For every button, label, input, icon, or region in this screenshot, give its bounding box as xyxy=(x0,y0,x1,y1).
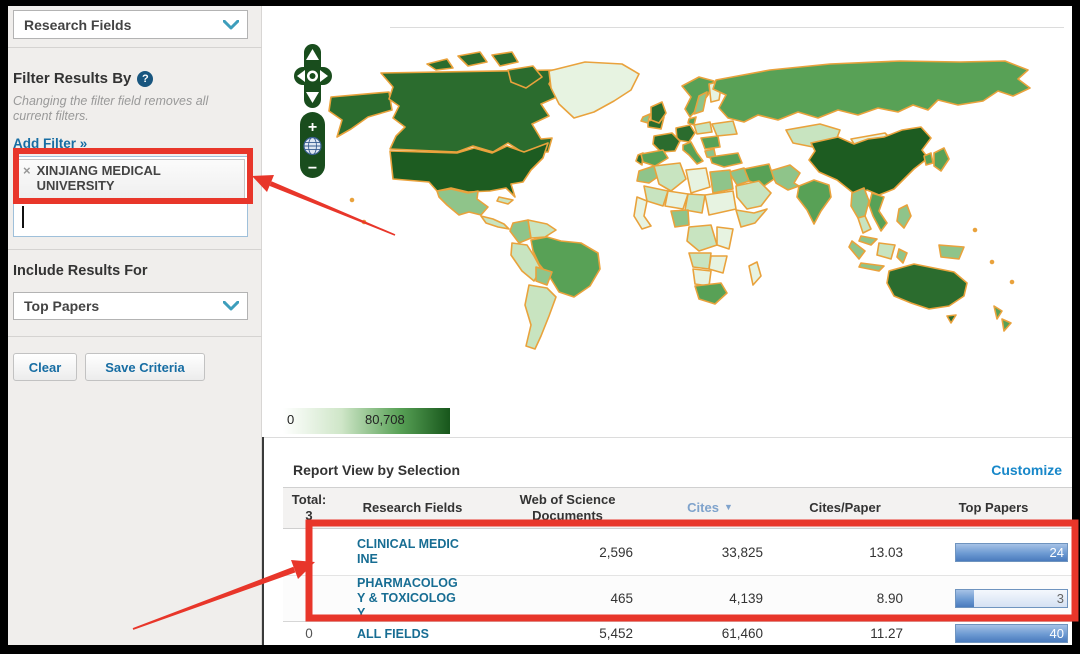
help-icon[interactable]: ? xyxy=(137,71,153,87)
include-results-for-title: Include Results For xyxy=(13,263,148,279)
column-header-total: Total:3 xyxy=(283,488,335,528)
filter-box[interactable]: × XINJIANG MEDICAL UNIVERSITY xyxy=(13,156,248,237)
country-india xyxy=(797,180,831,224)
research-field-link[interactable]: PHARMACOLOGY & TOXICOLOGY xyxy=(357,576,459,621)
documents-value: 2,596 xyxy=(490,545,645,560)
customize-link[interactable]: Customize xyxy=(991,462,1072,478)
remove-filter-icon[interactable]: × xyxy=(23,164,31,194)
country-nigeria xyxy=(671,210,689,227)
top-papers-bar: 24 xyxy=(955,543,1068,562)
column-header-research-fields[interactable]: Research Fields xyxy=(335,488,490,528)
sort-desc-icon: ▼ xyxy=(724,502,733,513)
research-field-link[interactable]: ALL FIELDS xyxy=(357,627,459,642)
cites-value: 61,460 xyxy=(645,626,775,641)
country-argentina xyxy=(525,285,556,349)
country-spain xyxy=(641,150,668,166)
filter-input[interactable] xyxy=(14,201,247,233)
country-philippines xyxy=(897,205,911,228)
country-south-africa xyxy=(695,283,727,304)
column-header-cites[interactable]: Cites ▼ xyxy=(645,488,775,528)
research-fields-dropdown[interactable]: Research Fields xyxy=(13,10,248,39)
country-japan xyxy=(934,148,949,171)
documents-value: 5,452 xyxy=(490,626,645,641)
table-header: Total:3 Research Fields Web of Science D… xyxy=(283,487,1072,529)
filter-results-by-title: Filter Results By ? xyxy=(13,70,153,87)
column-header-cites-per-paper[interactable]: Cites/Paper xyxy=(775,488,915,528)
text-caret xyxy=(22,206,24,228)
column-header-top-papers[interactable]: Top Papers xyxy=(915,488,1072,528)
world-map[interactable]: + − xyxy=(285,40,1072,400)
country-russia xyxy=(713,61,1030,122)
zoom-in-icon: + xyxy=(308,119,317,136)
column-header-wos-documents[interactable]: Web of Science Documents xyxy=(490,488,645,528)
map-zoom-control[interactable]: + − xyxy=(300,112,325,178)
research-field-link[interactable]: CLINICAL MEDICINE xyxy=(357,537,459,567)
filter-note: Changing the filter field removes all cu… xyxy=(13,94,243,124)
country-alaska xyxy=(329,92,392,137)
save-criteria-button[interactable]: Save Criteria xyxy=(85,353,205,381)
top-papers-bar: 3 xyxy=(955,589,1068,608)
panel-left-edge xyxy=(262,437,264,645)
table-row: 1 CLINICAL MEDICINE 2,596 33,825 13.03 2… xyxy=(283,529,1072,575)
zoom-out-icon: − xyxy=(308,160,317,177)
table-row: 2 PHARMACOLOGY & TOXICOLOGY 465 4,139 8.… xyxy=(283,575,1072,621)
sidebar-divider xyxy=(8,47,262,48)
panel-top-divider xyxy=(390,27,1064,28)
map-countries[interactable] xyxy=(329,52,1030,349)
sidebar-divider xyxy=(8,249,262,250)
top-papers-bar: 40 xyxy=(955,624,1068,643)
clear-button[interactable]: Clear xyxy=(13,353,77,381)
cites-per-paper-value: 13.03 xyxy=(775,545,915,560)
legend-max: 80,708 xyxy=(365,412,405,427)
country-vietnam xyxy=(869,193,887,231)
country-new-zealand xyxy=(994,306,1002,319)
filter-results-by-label: Filter Results By xyxy=(13,70,131,87)
country-madagascar xyxy=(749,262,761,285)
country-mexico xyxy=(437,189,488,215)
documents-value: 465 xyxy=(490,591,645,606)
map-legend: 0 80,708 xyxy=(283,408,450,434)
cites-per-paper-value: 8.90 xyxy=(775,591,915,606)
cites-value: 33,825 xyxy=(645,545,775,560)
cites-per-paper-value: 11.27 xyxy=(775,626,915,641)
sidebar-divider xyxy=(8,336,262,337)
top-papers-dropdown-value: Top Papers xyxy=(24,298,99,314)
rank-value: 0 xyxy=(283,626,335,641)
globe-icon xyxy=(304,138,321,155)
country-australia xyxy=(887,264,967,309)
app-window: Research Fields Filter Results By ? Chan… xyxy=(8,6,1072,645)
country-usa xyxy=(390,143,548,197)
top-papers-value: 3 xyxy=(1057,591,1064,606)
top-papers-value: 40 xyxy=(1050,626,1064,641)
rank-value: 2 xyxy=(283,591,335,606)
active-filter-tag: × XINJIANG MEDICAL UNIVERSITY xyxy=(16,159,245,199)
rank-value: 1 xyxy=(283,545,335,560)
chevron-down-icon xyxy=(223,20,239,30)
sidebar: Research Fields Filter Results By ? Chan… xyxy=(8,6,262,645)
add-filter-link[interactable]: Add Filter » xyxy=(13,136,87,151)
report-title: Report View by Selection xyxy=(283,462,460,478)
top-papers-value: 24 xyxy=(1050,545,1064,560)
map-pan-control[interactable] xyxy=(294,44,332,108)
country-egypt xyxy=(710,170,733,193)
legend-divider xyxy=(262,437,1072,438)
table-row: 0 ALL FIELDS 5,452 61,460 11.27 40 xyxy=(283,621,1072,645)
country-italy xyxy=(683,142,703,164)
chevron-down-icon xyxy=(223,301,239,311)
country-france xyxy=(653,133,680,152)
active-filter-label: XINJIANG MEDICAL UNIVERSITY xyxy=(37,164,217,194)
country-greenland xyxy=(549,62,639,118)
page: Research Fields Filter Results By ? Chan… xyxy=(0,0,1080,654)
cites-value: 4,139 xyxy=(645,591,775,606)
top-papers-dropdown[interactable]: Top Papers xyxy=(13,292,248,320)
legend-min: 0 xyxy=(287,412,294,427)
research-fields-dropdown-value: Research Fields xyxy=(24,17,131,33)
